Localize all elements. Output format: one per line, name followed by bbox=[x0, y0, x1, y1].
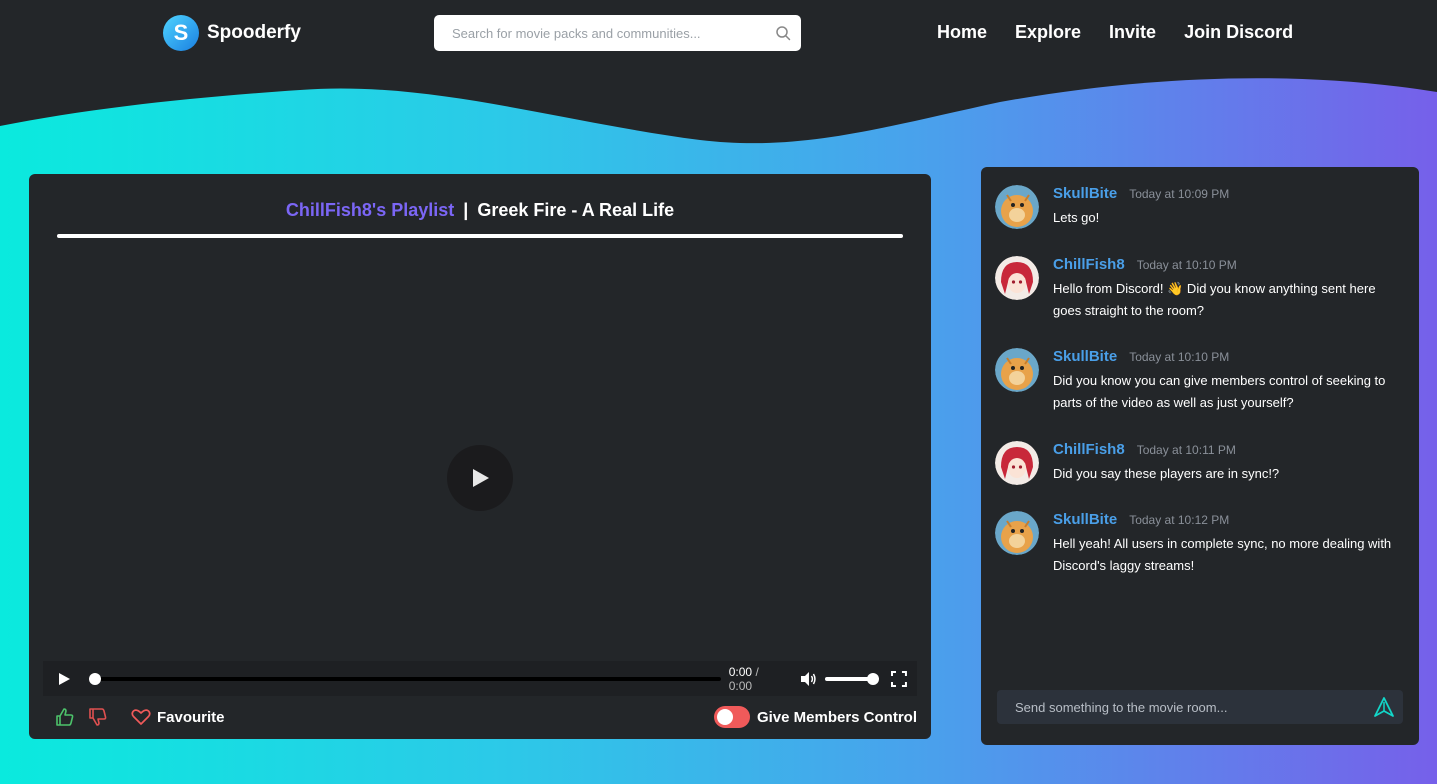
send-icon[interactable] bbox=[1373, 696, 1395, 718]
anime-girl-avatar[interactable] bbox=[995, 256, 1039, 300]
message-header: SkullBite Today at 10:10 PM bbox=[1053, 348, 1229, 365]
title-separator: | bbox=[463, 200, 469, 220]
duration: 0:00 bbox=[728, 678, 753, 693]
player-actions: Favourite Give Members Control bbox=[55, 702, 917, 732]
thumbs-up-icon[interactable] bbox=[55, 707, 75, 727]
give-control-label: Give Members Control bbox=[756, 708, 917, 726]
fullscreen-icon[interactable] bbox=[891, 670, 907, 687]
big-play-button[interactable] bbox=[447, 445, 513, 511]
seek-bar[interactable] bbox=[88, 672, 721, 685]
message-timestamp: Today at 10:10 PM bbox=[1129, 350, 1230, 364]
message-username[interactable]: SkullBite bbox=[1053, 511, 1117, 528]
favourite-label: Favourite bbox=[157, 708, 225, 726]
video-title: Greek Fire - A Real Life bbox=[477, 200, 675, 220]
volume-icon[interactable] bbox=[799, 670, 817, 688]
dragonite-avatar[interactable] bbox=[995, 185, 1039, 229]
player-card: ChillFish8's Playlist | Greek Fire - A R… bbox=[29, 174, 931, 739]
message-timestamp: Today at 10:12 PM bbox=[1129, 513, 1230, 527]
nav-invite[interactable]: Invite bbox=[1109, 22, 1156, 43]
message-username[interactable]: SkullBite bbox=[1053, 185, 1117, 202]
toggle-knob bbox=[716, 709, 733, 725]
message-username[interactable]: ChillFish8 bbox=[1053, 256, 1125, 273]
message-text: Did you say these players are in sync!? bbox=[1053, 466, 1280, 481]
give-control-toggle[interactable] bbox=[713, 706, 750, 728]
message-username[interactable]: ChillFish8 bbox=[1053, 441, 1125, 458]
nav-explore[interactable]: Explore bbox=[1015, 22, 1081, 43]
search-input[interactable] bbox=[452, 25, 775, 41]
message-timestamp: Today at 10:09 PM bbox=[1129, 187, 1230, 201]
current-time: 0:00 bbox=[728, 664, 753, 679]
message-timestamp: Today at 10:10 PM bbox=[1136, 258, 1237, 272]
time-separator: / bbox=[755, 664, 759, 679]
title-underline bbox=[57, 234, 903, 238]
player-title: ChillFish8's Playlist | Greek Fire - A R… bbox=[29, 200, 931, 221]
message-username[interactable]: SkullBite bbox=[1053, 348, 1117, 365]
play-button[interactable] bbox=[53, 668, 75, 690]
message-text: Hell yeah! All users in complete sync, n… bbox=[1053, 536, 1392, 573]
chat-panel: SkullBite Today at 10:09 PM Lets go! ChillF… bbox=[981, 167, 1419, 745]
playlist-name[interactable]: ChillFish8's Playlist bbox=[286, 200, 454, 220]
video-controls: 0:00 / 0:00 bbox=[43, 661, 917, 696]
message-header: ChillFish8 Today at 10:10 PM bbox=[1053, 256, 1237, 273]
volume-thumb[interactable] bbox=[867, 672, 880, 685]
chat-input-bar bbox=[997, 690, 1403, 724]
dragonite-avatar[interactable] bbox=[995, 511, 1039, 555]
nav-links: Home Explore Invite Join Discord bbox=[937, 22, 1293, 43]
navbar: S Spooderfy Home Explore Invite Join Dis… bbox=[0, 0, 1437, 70]
spooderfy-logo-icon: S bbox=[163, 15, 199, 51]
heart-icon bbox=[131, 709, 151, 725]
give-members-control: Give Members Control bbox=[713, 706, 917, 728]
message-header: SkullBite Today at 10:12 PM bbox=[1053, 511, 1229, 528]
time-display: 0:00 / 0:00 bbox=[729, 665, 786, 693]
logo[interactable]: S Spooderfy bbox=[163, 15, 301, 51]
favourite-button[interactable]: Favourite bbox=[131, 708, 225, 726]
message-text: Did you know you can give members contro… bbox=[1053, 373, 1386, 410]
seek-thumb[interactable] bbox=[88, 672, 101, 685]
play-icon bbox=[473, 469, 489, 487]
message-timestamp: Today at 10:11 PM bbox=[1136, 443, 1236, 457]
thumbs-down-icon[interactable] bbox=[88, 707, 108, 727]
dragonite-avatar[interactable] bbox=[995, 348, 1039, 392]
play-icon bbox=[58, 672, 70, 685]
anime-girl-avatar[interactable] bbox=[995, 441, 1039, 485]
app-name: Spooderfy bbox=[207, 22, 301, 43]
message-header: SkullBite Today at 10:09 PM bbox=[1053, 185, 1229, 202]
message-text: Lets go! bbox=[1053, 210, 1100, 225]
chat-input[interactable] bbox=[1015, 699, 1373, 715]
search-bar bbox=[434, 15, 801, 51]
nav-home[interactable]: Home bbox=[937, 22, 987, 43]
search-icon[interactable] bbox=[775, 25, 791, 41]
volume-slider[interactable] bbox=[825, 672, 880, 685]
nav-join-discord[interactable]: Join Discord bbox=[1184, 22, 1293, 43]
message-text: Hello from Discord! 👋 Did you know anyth… bbox=[1053, 281, 1376, 318]
message-header: ChillFish8 Today at 10:11 PM bbox=[1053, 441, 1236, 458]
